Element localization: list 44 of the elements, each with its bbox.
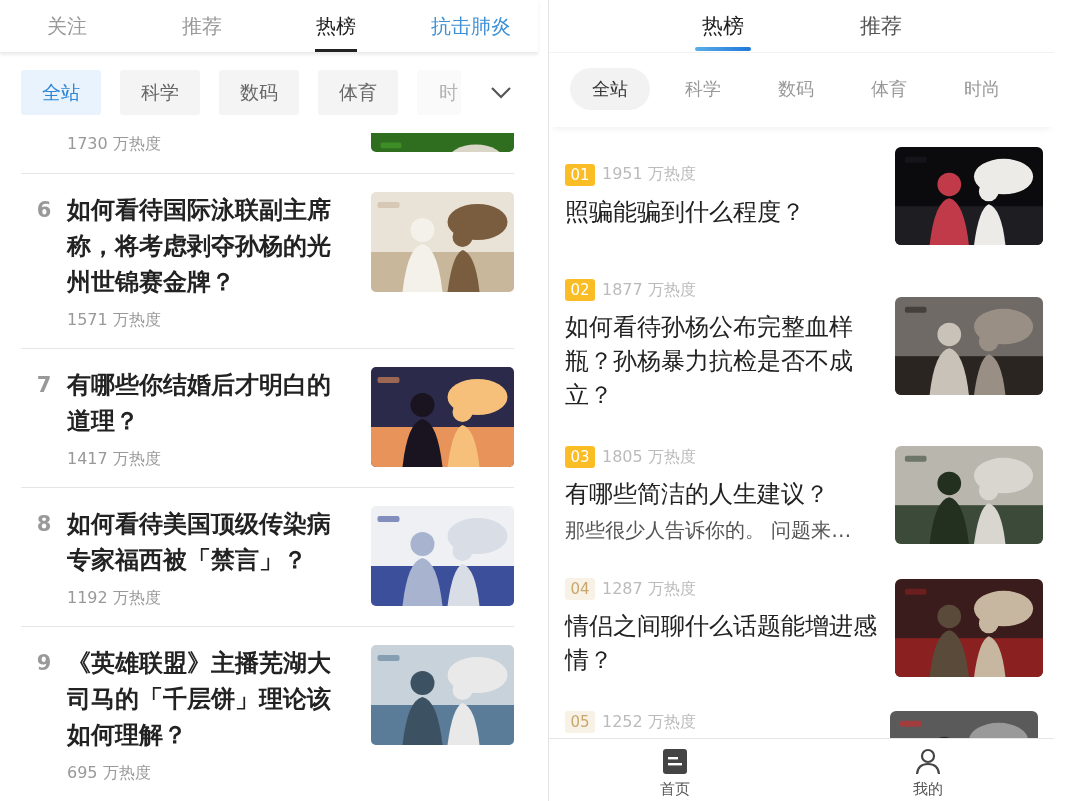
question-title[interactable]: 如何看待孙杨公布完整血样瓶？孙杨暴力抗检是否不成立？ (565, 310, 885, 412)
heat-count: 1287 万热度 (602, 578, 696, 600)
nav-item[interactable]: 首页 (549, 739, 802, 801)
question-title[interactable]: 有哪些简洁的人生建议？ (565, 477, 885, 511)
heat-count: 1730 万热度 (67, 134, 162, 154)
category-chip[interactable]: 全站 (570, 68, 650, 110)
rank-badge: 05 (565, 711, 595, 733)
document-icon (662, 748, 689, 775)
heat-count: 1805 万热度 (602, 446, 696, 468)
question-title[interactable]: 《英雄联盟》主播芜湖大司马的「千层饼」理论该如何理解？ (67, 645, 337, 753)
heat-count: 1951 万热度 (602, 164, 696, 185)
rank-badge: 02 (565, 279, 595, 301)
question-title[interactable]: 照骗能骗到什么程度？ (565, 194, 885, 229)
nav-item[interactable]: 我的 (801, 739, 1054, 801)
heat-count: 1877 万热度 (602, 279, 696, 301)
category-chip[interactable]: 全站 (21, 70, 101, 115)
nav-label: 我的 (912, 780, 943, 799)
heat-count: 1192 万热度 (67, 588, 162, 608)
answer-excerpt: 那些很少人告诉你的。 问题来… (565, 517, 853, 544)
rank-number: 9 (35, 650, 53, 677)
question-title[interactable]: 情侣之间聊什么话题能增进感情？ (565, 609, 885, 677)
heat-count: 1252 万热度 (602, 711, 696, 733)
heat-count: 1571 万热度 (67, 310, 162, 330)
tab[interactable]: 热榜 (269, 0, 404, 52)
rank-number: 6 (35, 197, 53, 224)
nav-label: 首页 (660, 780, 691, 799)
question-title[interactable]: 如何看待国际泳联副主席称，将考虑剥夺孙杨的光州世锦赛金牌？ (67, 192, 337, 300)
chevron-down-icon[interactable] (490, 85, 512, 100)
question-title[interactable]: 有哪些你结婚后才明白的道理？ (67, 367, 337, 439)
rank-badge: 04 (565, 578, 595, 600)
tab[interactable]: 抗击肺炎 (403, 0, 538, 52)
category-chip[interactable]: 数码 (219, 70, 299, 115)
heat-count: 695 万热度 (67, 763, 152, 783)
rank-number: 8 (35, 511, 53, 538)
heat-count: 1417 万热度 (67, 449, 162, 469)
tab[interactable]: 推荐 (840, 0, 921, 52)
rank-badge: 01 (565, 163, 595, 186)
rank-number: 7 (35, 372, 53, 399)
person-icon (914, 748, 941, 775)
tab[interactable]: 热榜 (682, 0, 763, 52)
question-title[interactable]: 如何看待美国顶级传染病专家福西被「禁言」？ (67, 506, 337, 578)
category-chip[interactable]: 科学 (120, 70, 200, 115)
category-chip[interactable]: 体育 (318, 70, 398, 115)
rank-badge: 03 (565, 446, 595, 468)
